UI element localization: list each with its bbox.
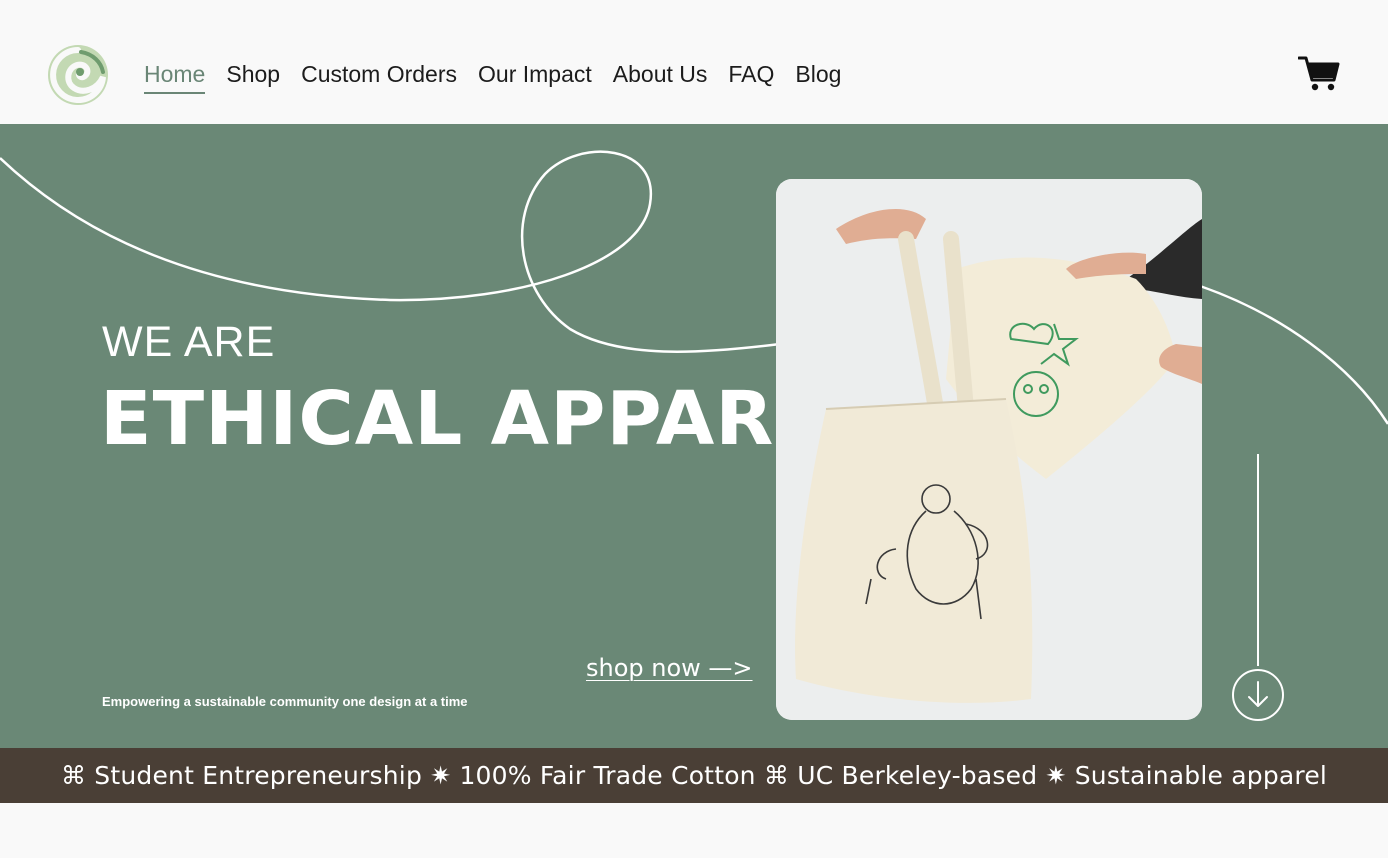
nav-home[interactable]: Home (144, 60, 206, 94)
nav-faq[interactable]: FAQ (728, 60, 774, 94)
main-nav: Home Shop Custom Orders Our Impact About… (144, 60, 862, 94)
hero-headline: ETHICAL APPAREL (100, 376, 877, 462)
nav-shop[interactable]: Shop (226, 60, 280, 94)
nav-our-impact[interactable]: Our Impact (478, 60, 592, 94)
shop-now-link[interactable]: shop now —> (586, 654, 753, 682)
nav-blog[interactable]: Blog (795, 60, 841, 94)
scroll-guide-line (1257, 454, 1259, 666)
hero-tagline: Empowering a sustainable community one d… (102, 694, 468, 709)
hero-banner: WE ARE ETHICAL APPAREL Empowering a sust… (0, 124, 1388, 748)
tote-bag-photo (776, 179, 1202, 720)
page-bottom-strip (0, 803, 1388, 858)
hero-kicker: WE ARE (102, 318, 276, 366)
feature-ticker: ⌘ Student Entrepreneurship ✷ 100% Fair T… (0, 748, 1388, 803)
swirl-logo-icon[interactable] (47, 44, 109, 106)
ticker-text: ⌘ Student Entrepreneurship ✷ 100% Fair T… (60, 761, 1328, 790)
cart-icon[interactable] (1298, 54, 1340, 92)
site-header: Home Shop Custom Orders Our Impact About… (0, 0, 1388, 124)
arrow-down-circle-icon[interactable] (1231, 668, 1285, 722)
nav-about-us[interactable]: About Us (613, 60, 708, 94)
nav-custom-orders[interactable]: Custom Orders (301, 60, 457, 94)
